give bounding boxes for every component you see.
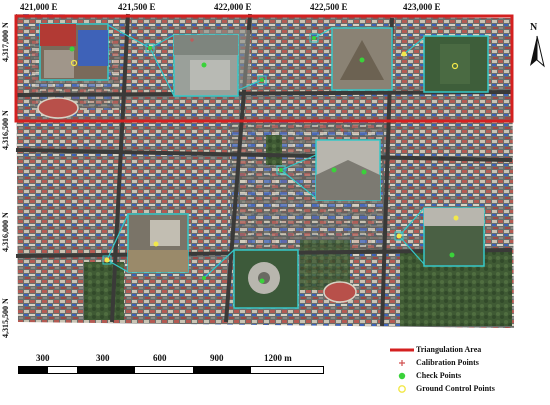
map-panel: 421,000 E 421,500 E 422,000 E 422,500 E … — [0, 0, 550, 338]
inset-view — [233, 249, 299, 309]
scale-label: 300 — [96, 353, 110, 363]
legend-item: Triangulation Area — [389, 345, 549, 355]
inset-view — [315, 139, 381, 201]
legend-item: Calibration Points — [389, 358, 549, 368]
scale-label: 1200 m — [264, 353, 292, 363]
inset-view — [331, 27, 393, 91]
inset-view — [127, 213, 189, 273]
inset-view — [173, 34, 239, 97]
legend-label: Check Points — [416, 371, 462, 380]
overlay-layer — [14, 14, 514, 309]
plus-icon — [399, 360, 405, 366]
inset-view — [423, 207, 485, 267]
legend-label: Ground Control Points — [416, 384, 495, 393]
north-arrow-icon — [530, 35, 545, 68]
legend-item: Ground Control Points — [389, 384, 549, 394]
inset-view — [39, 23, 109, 81]
scale-bar — [18, 366, 324, 374]
legend-item: Check Points — [389, 371, 549, 381]
red-line-icon — [390, 348, 414, 352]
green-circle-icon — [398, 372, 406, 380]
scale-label: 600 — [153, 353, 167, 363]
yellow-circle-icon — [398, 385, 406, 393]
legend-label: Triangulation Area — [416, 345, 482, 354]
legend-label: Calibration Points — [416, 358, 479, 367]
inset-view — [423, 35, 489, 93]
scale-label: 300 — [36, 353, 50, 363]
scale-label: 900 — [210, 353, 224, 363]
